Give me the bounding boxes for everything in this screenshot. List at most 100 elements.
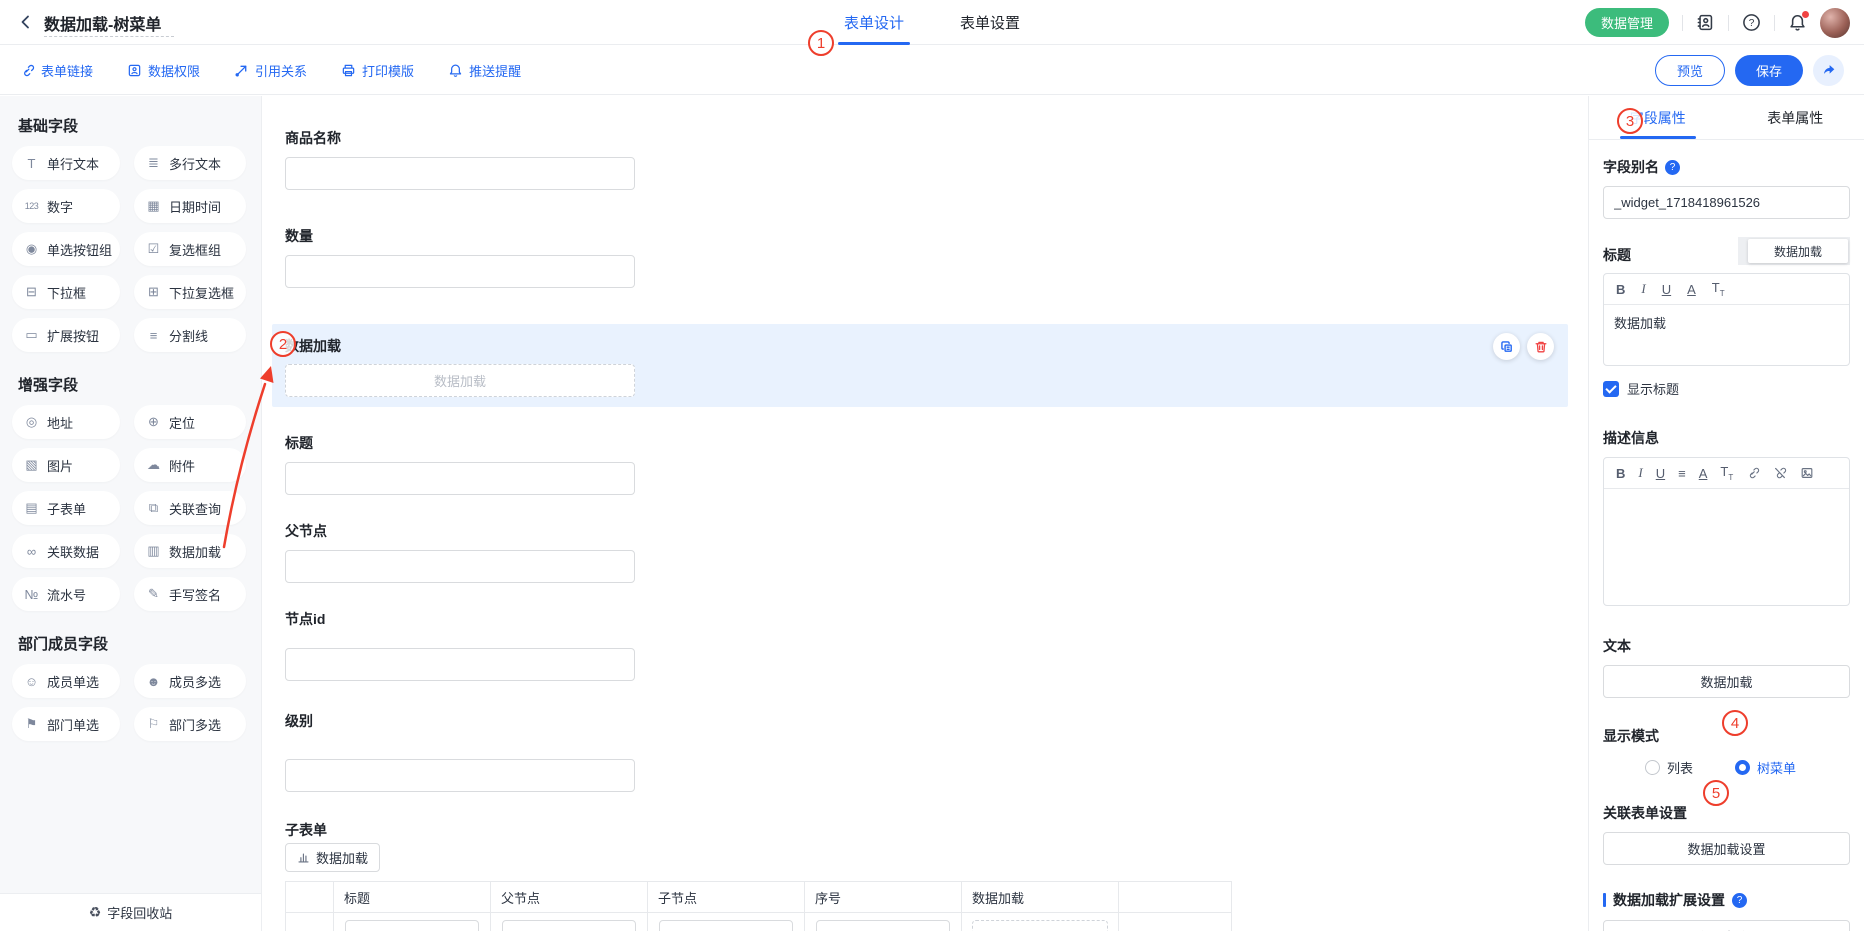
tab-form-settings[interactable]: 表单设置 — [960, 0, 1020, 45]
sidebar-item-multi-line-text[interactable]: ≣多行文本 — [134, 146, 246, 180]
radio-unselected-icon[interactable] — [1645, 760, 1660, 775]
sidebar-item-subform[interactable]: ▤子表单 — [12, 491, 120, 525]
extension-help-icon[interactable] — [1732, 893, 1747, 908]
back-icon[interactable] — [18, 13, 34, 31]
sidebar-item-signature[interactable]: ✎手写签名 — [134, 577, 246, 611]
data-load-settings-button[interactable]: 数据加载设置 — [1603, 832, 1850, 865]
alias-input[interactable] — [1603, 186, 1850, 219]
level-input[interactable] — [285, 759, 635, 792]
link-icon[interactable] — [1746, 466, 1760, 480]
user-avatar[interactable] — [1820, 8, 1850, 38]
sidebar-item-member-multi[interactable]: ☻成员多选 — [134, 664, 246, 698]
preview-button[interactable]: 预览 — [1655, 55, 1725, 86]
subform-data-load-button[interactable]: 数据加载 — [285, 843, 380, 872]
selected-field-data-load[interactable]: 数据加载 数据加载 — [272, 324, 1568, 407]
radio-selected-icon[interactable] — [1735, 760, 1750, 775]
sidebar-item-single-line-text[interactable]: T单行文本 — [12, 146, 120, 180]
image-icon[interactable] — [1800, 466, 1814, 480]
subform-parent-node-input[interactable] — [502, 920, 636, 931]
font-color-icon[interactable]: A — [1687, 282, 1696, 297]
notification-bell-icon[interactable] — [1788, 13, 1807, 32]
sidebar-item-number[interactable]: 123数字 — [12, 189, 120, 223]
bold-icon[interactable]: B — [1616, 282, 1625, 297]
form-toolbar: 表单链接 数据权限 引用关系 打印模版 推送提醒 预览 保存 — [0, 46, 1864, 95]
sidebar-item-serial-number[interactable]: №流水号 — [12, 577, 120, 611]
bold-icon[interactable]: B — [1616, 466, 1625, 481]
sidebar-item-select[interactable]: ⊟下拉框 — [12, 275, 120, 309]
font-size-icon[interactable]: T — [1720, 464, 1733, 482]
sidebar-item-data-load[interactable]: ▥数据加载 — [134, 534, 246, 568]
field-title[interactable]: 标题 — [285, 433, 1588, 495]
tab-field-properties[interactable]: 字段属性 — [1589, 96, 1727, 139]
field-level[interactable]: 级别 — [285, 711, 1588, 792]
sidebar-item-extend-button[interactable]: ▭扩展按钮 — [12, 318, 120, 352]
sidebar-item-relation-query[interactable]: ⧉关联查询 — [134, 491, 246, 525]
save-button[interactable]: 保存 — [1735, 55, 1803, 86]
font-color-icon[interactable]: A — [1699, 466, 1708, 481]
subform-data-load-cell-button[interactable]: 数据加载 — [972, 920, 1108, 931]
attachment-icon: ☁ — [145, 457, 162, 473]
field-subform[interactable]: 子表单 数据加载 标题 父节点 子节点 序号 数据加载 1 — [285, 820, 1588, 931]
reference-relation-button[interactable]: 引用关系 — [234, 61, 307, 80]
sidebar-item-member-single[interactable]: ☺成员单选 — [12, 664, 120, 698]
copy-field-button[interactable] — [1493, 333, 1520, 360]
field-quantity[interactable]: 数量 — [285, 226, 1588, 288]
product-name-input[interactable] — [285, 157, 635, 190]
title-editor-content[interactable]: 数据加载 — [1604, 305, 1849, 365]
underline-icon[interactable]: U — [1656, 466, 1665, 481]
help-icon[interactable]: ? — [1742, 13, 1761, 32]
sidebar-item-radio-group[interactable]: ◉单选按钮组 — [12, 232, 120, 266]
sidebar-item-datetime[interactable]: ▦日期时间 — [134, 189, 246, 223]
field-product-name[interactable]: 商品名称 — [285, 128, 1588, 190]
print-template-button[interactable]: 打印模版 — [341, 61, 414, 80]
field-node-id[interactable]: 节点id — [285, 609, 1588, 681]
parent-node-input[interactable] — [285, 550, 635, 583]
show-title-checkbox-row[interactable]: 显示标题 — [1603, 379, 1850, 398]
subform-child-node-input[interactable] — [659, 920, 793, 931]
sidebar-item-dept-multi[interactable]: ⚐部门多选 — [134, 707, 246, 741]
display-mode-list-option[interactable]: 列表 — [1645, 758, 1693, 777]
tab-form-properties[interactable]: 表单属性 — [1727, 96, 1864, 139]
title-lang-tab[interactable]: 数据加载 — [1748, 239, 1848, 263]
underline-icon[interactable]: U — [1662, 282, 1671, 297]
member-multi-icon: ☻ — [145, 674, 162, 689]
form-link-button[interactable]: 表单链接 — [20, 61, 93, 80]
show-title-checkbox[interactable] — [1603, 381, 1619, 397]
tab-form-design[interactable]: 表单设计 — [844, 0, 904, 45]
data-permission-button[interactable]: 数据权限 — [127, 61, 200, 80]
field-recycle-bin[interactable]: ♻ 字段回收站 — [0, 893, 261, 931]
sidebar-item-image[interactable]: ▧图片 — [12, 448, 120, 482]
extension-settings-row: 数据加载扩展设置 — [1603, 890, 1850, 910]
title-input[interactable] — [285, 462, 635, 495]
unlink-icon[interactable] — [1773, 466, 1787, 480]
sidebar-item-checkbox-group[interactable]: ☑复选框组 — [134, 232, 246, 266]
node-id-input[interactable] — [285, 648, 635, 681]
single-line-text-icon: T — [23, 156, 40, 171]
sidebar-item-relation-data[interactable]: ∞关联数据 — [12, 534, 120, 568]
sidebar-item-divider[interactable]: ≡分割线 — [134, 318, 246, 352]
description-editor-content[interactable] — [1604, 489, 1849, 605]
sidebar-item-multi-select[interactable]: ⊞下拉复选框 — [134, 275, 246, 309]
subform-序号-input[interactable] — [816, 920, 950, 931]
sidebar-item-address[interactable]: ◎地址 — [12, 405, 120, 439]
subform-title-input[interactable] — [345, 920, 479, 931]
delete-field-button[interactable] — [1527, 333, 1554, 360]
text-value-button[interactable]: 数据加载 — [1603, 665, 1850, 698]
font-size-icon[interactable]: T — [1712, 280, 1725, 298]
share-button[interactable] — [1813, 55, 1844, 86]
align-icon[interactable]: ≡ — [1678, 466, 1686, 481]
quantity-input[interactable] — [285, 255, 635, 288]
field-parent-node[interactable]: 父节点 — [285, 521, 1588, 583]
address-book-icon[interactable] — [1696, 13, 1715, 32]
alias-help-icon[interactable] — [1665, 160, 1680, 175]
italic-icon[interactable]: I — [1638, 465, 1642, 481]
sidebar-item-attachment[interactable]: ☁附件 — [134, 448, 246, 482]
data-manage-button[interactable]: 数据管理 — [1585, 8, 1669, 37]
sidebar-item-dept-single[interactable]: ⚑部门单选 — [12, 707, 120, 741]
display-mode-tree-option[interactable]: 树菜单 — [1735, 758, 1796, 777]
add-action-button[interactable]: 添加操作 — [1603, 920, 1850, 931]
italic-icon[interactable]: I — [1641, 281, 1645, 297]
sidebar-item-location[interactable]: ⊕定位 — [134, 405, 246, 439]
data-load-placeholder-button[interactable]: 数据加载 — [285, 364, 635, 397]
push-reminder-button[interactable]: 推送提醒 — [448, 61, 521, 80]
